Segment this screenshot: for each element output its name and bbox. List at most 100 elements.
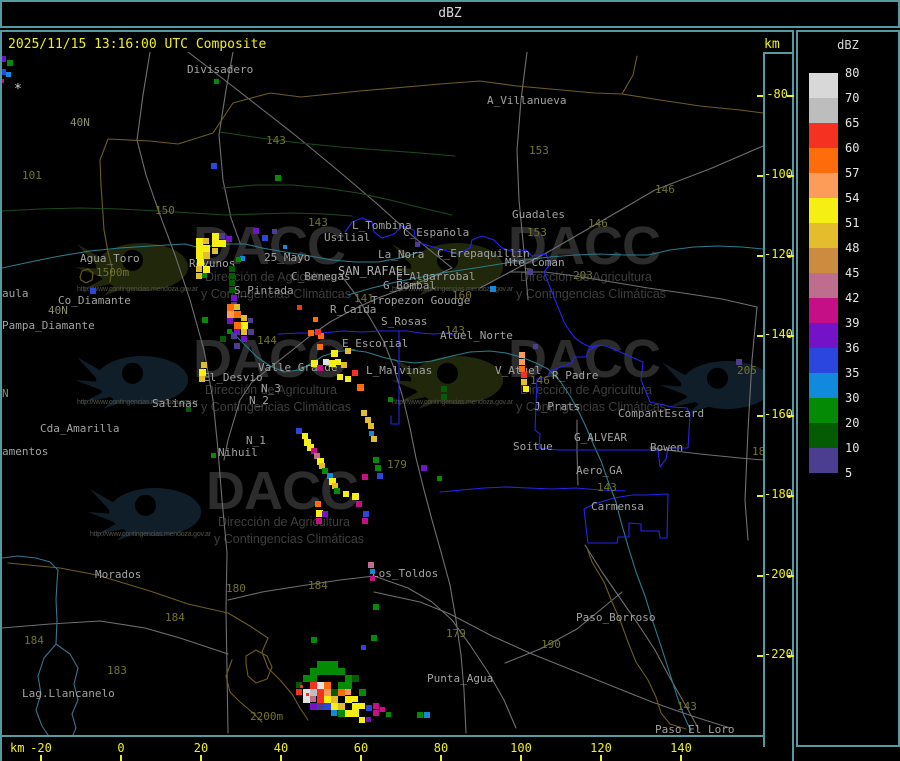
map-label-town: L_Malvinas — [366, 364, 433, 377]
radar-echo — [317, 689, 324, 696]
map-label-town: El_Desvio — [203, 371, 263, 384]
radar-echo — [363, 511, 369, 517]
radar-echo — [317, 696, 324, 703]
map-label-town: aula — [2, 287, 29, 300]
radar-echo — [196, 252, 203, 259]
radar-echo — [523, 386, 529, 392]
map-label-route: 146 — [588, 217, 608, 230]
radar-echo — [441, 394, 447, 400]
map-label-route: 160 — [452, 289, 472, 302]
bottom-axis-tick — [680, 755, 682, 761]
map-label-town: G_ALVEAR — [574, 431, 627, 444]
radar-echo — [317, 682, 324, 689]
bottom-axis-label: 80 — [433, 741, 449, 755]
map-label-town: Soitue — [513, 440, 553, 453]
radar-echo — [241, 322, 248, 329]
radar-echo — [338, 668, 345, 675]
radar-echo — [736, 359, 742, 365]
bottom-axis-label: 120 — [590, 741, 612, 755]
radar-echo — [196, 238, 203, 245]
map-label-route: 180 — [226, 582, 246, 595]
radar-echo — [197, 259, 204, 266]
radar-echo — [306, 693, 309, 696]
map-label-town: Morados — [95, 568, 142, 581]
map-label-town: Aero_GA — [576, 464, 623, 477]
radar-echo — [234, 311, 241, 318]
bottom-axis-tick — [280, 755, 282, 761]
legend-value-label: 57 — [845, 166, 860, 180]
right-axis-tick — [757, 335, 763, 337]
legend-value-label: 60 — [845, 141, 860, 155]
radar-echo — [490, 286, 496, 292]
legend-color-block — [809, 298, 838, 323]
legend-value-label: 80 — [845, 66, 860, 80]
map-label-route: 150 — [155, 204, 175, 217]
radar-echo — [234, 304, 240, 310]
map-label-town: C_Benegas — [291, 270, 351, 283]
radar-echo — [359, 717, 365, 723]
radar-echo — [227, 304, 234, 311]
radar-echo — [324, 689, 331, 696]
right-axis-tick — [757, 175, 763, 177]
radar-echo — [227, 311, 234, 318]
map-label-town: S_Pintada — [234, 284, 294, 297]
radar-echo — [345, 689, 351, 695]
legend-value-label: 10 — [845, 441, 860, 455]
map-label-route: 143 — [597, 481, 617, 494]
radar-map: DACC Dirección de Agricultura y Contingenc… — [2, 52, 763, 735]
legend-color-block — [809, 223, 838, 248]
legend-color-block — [809, 148, 838, 173]
radar-echo — [352, 696, 358, 702]
radar-echo — [338, 682, 345, 689]
radar-echo — [227, 318, 233, 324]
legend-value-label: 51 — [845, 216, 860, 230]
map-label-town: Nihuil — [218, 446, 258, 459]
radar-echo — [359, 689, 366, 696]
map-label-town: Bowen — [650, 441, 684, 454]
radar-echo — [338, 689, 345, 696]
legend-color-block — [809, 273, 838, 298]
radar-echo — [366, 717, 371, 722]
right-axis-tick — [787, 255, 794, 257]
radar-echo — [262, 235, 268, 241]
map-label-town: G_Bombal — [383, 279, 436, 292]
map-label-town: A_Villanueva — [487, 94, 567, 107]
radar-echo — [212, 233, 219, 240]
legend-value-label: 39 — [845, 316, 860, 330]
radar-echo — [283, 245, 287, 249]
radar-echo — [2, 79, 4, 83]
right-axis-tick — [787, 335, 794, 337]
legend-title: dBZ — [837, 38, 859, 52]
radar-echo — [377, 473, 383, 479]
radar-echo — [357, 384, 364, 391]
radar-echo — [272, 229, 277, 234]
radar-echo — [352, 710, 359, 717]
radar-echo — [241, 329, 247, 335]
map-label-town: Co_Diamante — [58, 294, 131, 307]
map-label-route: 143 — [445, 324, 465, 337]
radar-echo — [203, 266, 210, 273]
radar-echo — [220, 336, 226, 342]
radar-echo — [310, 703, 317, 710]
radar-echo — [362, 474, 368, 480]
radar-echo — [324, 703, 331, 710]
radar-echo — [219, 233, 225, 239]
map-label-route: 203 — [573, 269, 593, 282]
radar-echo — [352, 370, 358, 376]
right-axis-tick — [757, 655, 763, 657]
plot-bottom-border — [2, 735, 764, 737]
right-axis-label: -80 — [766, 87, 788, 101]
radar-echo — [331, 350, 338, 357]
radar-echo — [361, 410, 367, 416]
radar-echo — [370, 576, 375, 581]
bottom-axis-tick — [600, 755, 602, 761]
right-axis-tick — [757, 575, 763, 577]
radar-echo — [317, 365, 323, 371]
bottom-axis-tick — [360, 755, 362, 761]
radar-echo — [352, 493, 359, 500]
radar-echo — [417, 712, 423, 718]
radar-echo — [331, 696, 338, 703]
map-label-grid: 40N — [70, 116, 90, 129]
map-line-road — [136, 52, 229, 734]
map-line-olive — [621, 93, 763, 114]
